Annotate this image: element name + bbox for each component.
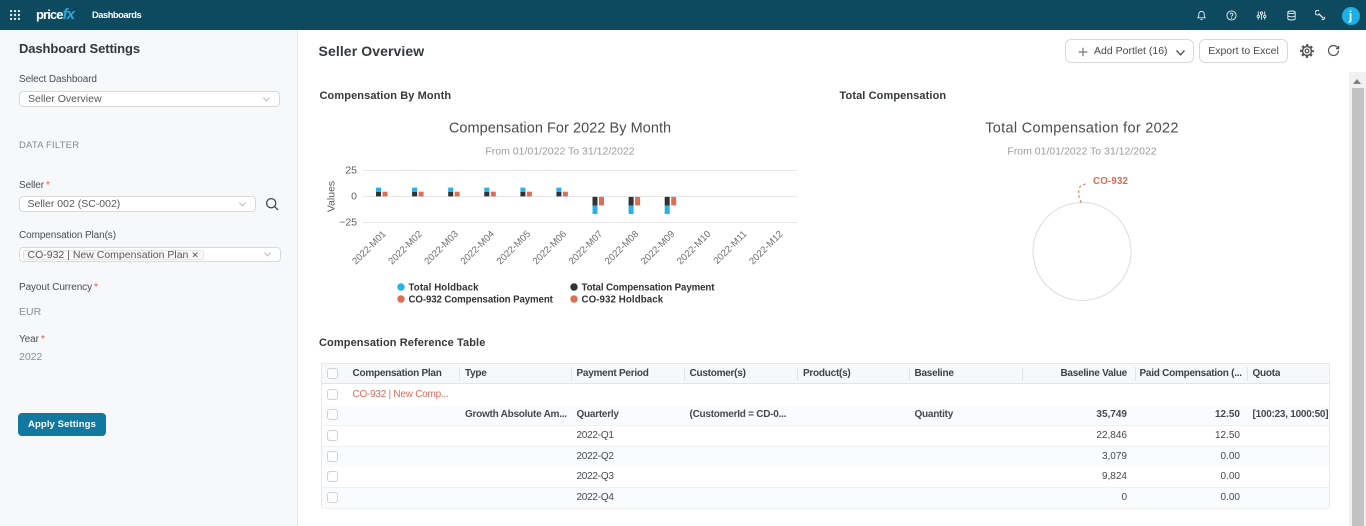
svg-text:2022-M07: 2022-M07 [567,229,605,267]
svg-text:2022-M05: 2022-M05 [495,229,533,267]
svg-text:CO-932: CO-932 [1093,176,1128,187]
svg-text:2022-M04: 2022-M04 [459,228,498,267]
svg-text:2022-M06: 2022-M06 [531,229,569,267]
svg-text:Total Compensation Payment: Total Compensation Payment [582,283,716,294]
svg-text:2022-M09: 2022-M09 [639,229,677,267]
svg-text:2022-M11: 2022-M11 [712,229,750,267]
svg-text:2022-M02: 2022-M02 [386,229,424,267]
svg-text:2022-M12: 2022-M12 [747,229,785,267]
svg-text:2022-M08: 2022-M08 [603,229,641,267]
svg-text:CO-932 Holdback: CO-932 Holdback [582,295,664,306]
svg-text:Compensation For 2022 By Month: Compensation For 2022 By Month [449,121,671,137]
svg-text:From 01/01/2022 To 31/12/2022: From 01/01/2022 To 31/12/2022 [1007,145,1156,157]
svg-text:0: 0 [351,191,357,203]
svg-text:−25: −25 [339,217,357,229]
svg-text:2022-M03: 2022-M03 [422,229,460,267]
svg-text:2022-M01: 2022-M01 [350,229,388,267]
svg-text:25: 25 [345,165,357,177]
svg-text:CO-932 Compensation Payment: CO-932 Compensation Payment [409,295,554,306]
svg-text:2022-M10: 2022-M10 [675,229,713,267]
svg-text:Total Compensation for 2022: Total Compensation for 2022 [985,121,1179,137]
svg-text:From 01/01/2022 To 31/12/2022: From 01/01/2022 To 31/12/2022 [485,145,634,157]
svg-text:Values: Values [326,181,338,212]
svg-text:Total Holdback: Total Holdback [409,283,480,294]
